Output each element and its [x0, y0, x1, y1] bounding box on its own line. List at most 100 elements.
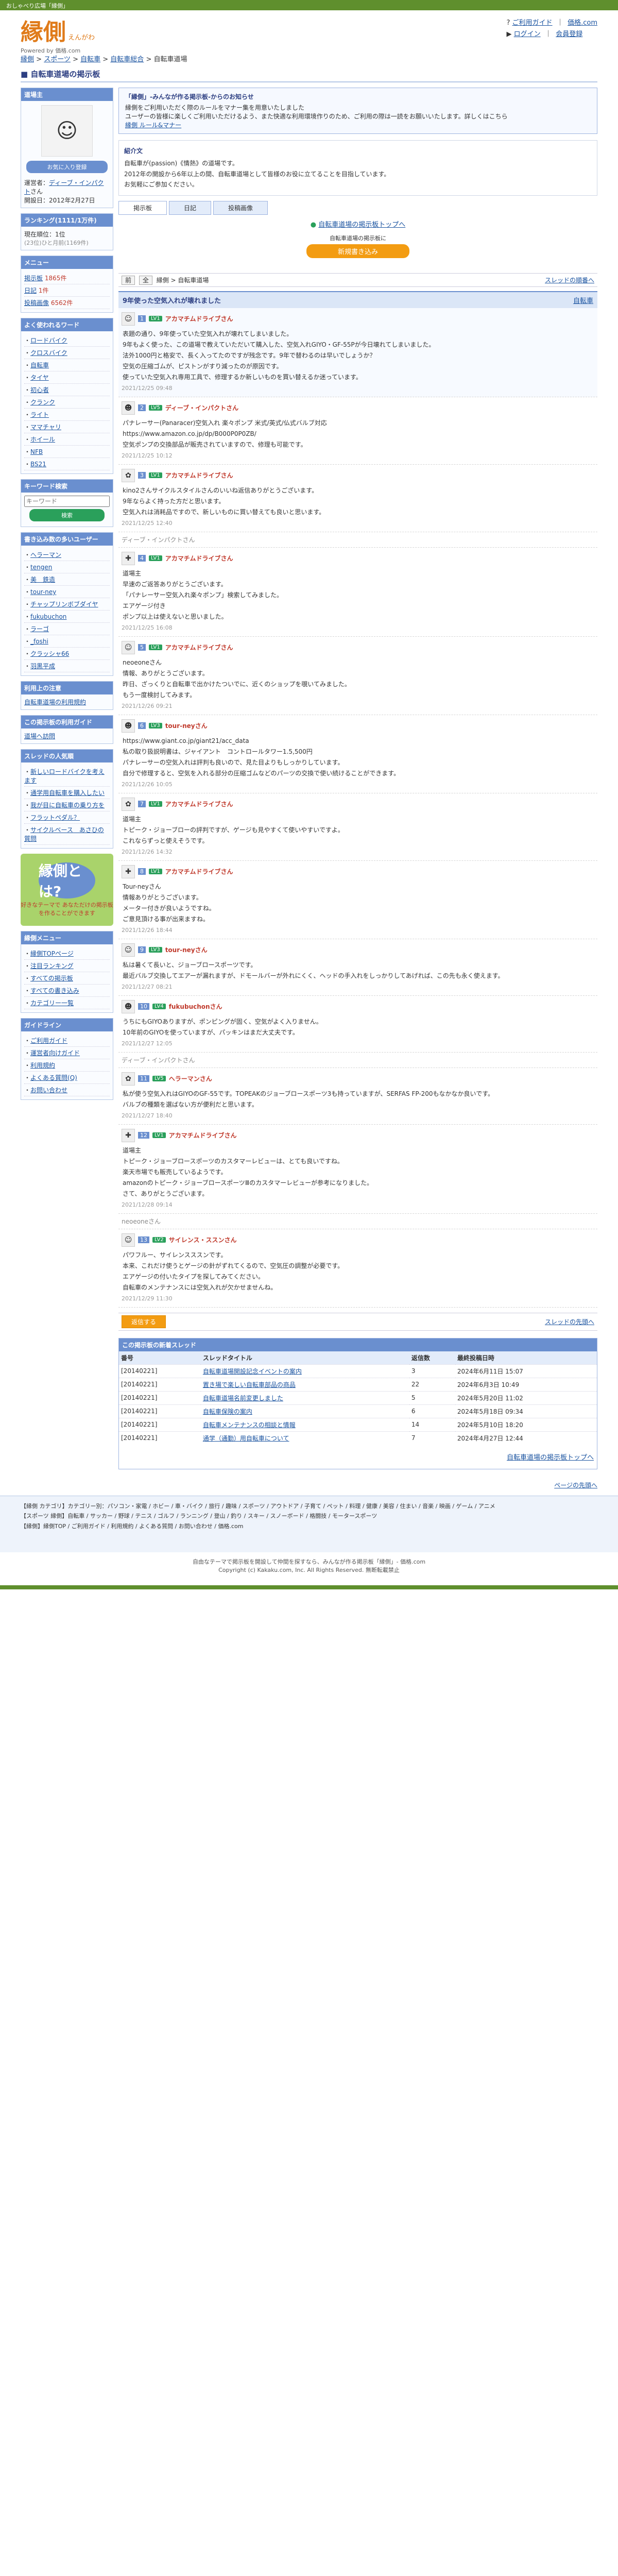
- thread-category[interactable]: 自転車: [573, 295, 593, 305]
- tab-diary[interactable]: 日記: [169, 200, 212, 215]
- table-row[interactable]: [20140221] 自転車保険の案内 6 2024年5月18日 09:34: [119, 1404, 597, 1418]
- post-author[interactable]: アカマチムドライブさん: [165, 867, 233, 876]
- thread-order-link[interactable]: スレッドの順番へ: [545, 276, 594, 284]
- avatar[interactable]: ☺: [122, 943, 135, 957]
- table-row[interactable]: [20140221] 自転車道場名前変更しました 5 2024年5月20日 11:02: [119, 1391, 597, 1405]
- post-author[interactable]: サイレンス・ススンさん: [169, 1235, 237, 1244]
- avatar[interactable]: ☻: [122, 719, 135, 733]
- frequent-user-label[interactable]: 羽黒平成: [30, 663, 55, 670]
- thread-link[interactable]: 置き場で楽しい自転車部品の商品: [200, 1377, 409, 1392]
- menu-item-label[interactable]: 投稿画像: [24, 299, 49, 307]
- reply-button[interactable]: 返信する: [122, 1315, 166, 1328]
- breadcrumb-item[interactable]: スポーツ: [44, 56, 71, 63]
- tab-images[interactable]: 投稿画像: [213, 200, 268, 215]
- word-item-label[interactable]: NFB: [30, 448, 43, 455]
- popular-thread[interactable]: ・フラットペダル？: [24, 811, 110, 824]
- other-menu-item[interactable]: ・すべての掲示板: [24, 972, 110, 985]
- frequent-user-label[interactable]: 美 鉄造: [30, 576, 55, 583]
- avatar[interactable]: ☺: [122, 1233, 135, 1247]
- post-author[interactable]: アカマチムドライブさん: [165, 800, 233, 808]
- avatar[interactable]: ✿: [122, 797, 135, 811]
- guide-item[interactable]: ・ご利用ガイド: [24, 1035, 110, 1047]
- other-menu-item[interactable]: ・カテゴリー一覧: [24, 997, 110, 1009]
- keyword-search-input[interactable]: [24, 496, 110, 507]
- collapsed-post[interactable]: neoeoneさん: [118, 1214, 597, 1229]
- guide-item-label[interactable]: ご利用ガイド: [30, 1037, 67, 1044]
- avatar[interactable]: ✚: [122, 865, 135, 878]
- guide-item[interactable]: ・よくある質問(Q): [24, 1072, 110, 1084]
- frequent-user[interactable]: ・クラッシャ66: [24, 648, 110, 660]
- word-item-label[interactable]: クロスバイク: [30, 349, 67, 357]
- prev-button[interactable]: 前: [122, 275, 135, 285]
- frequent-user-label[interactable]: _foshi: [30, 638, 48, 645]
- table-row[interactable]: [20140221] 自転車道場開設記念イベントの案内 3 2024年6月11日 15…: [119, 1364, 597, 1378]
- frequent-user[interactable]: ・_foshi: [24, 635, 110, 648]
- frequent-user[interactable]: ・羽黒平成: [24, 660, 110, 672]
- tab-board[interactable]: 掲示板: [118, 200, 167, 215]
- frequent-user[interactable]: ・tengen: [24, 561, 110, 573]
- rules-link[interactable]: 自転車道場の利用規約: [24, 699, 86, 706]
- frequent-user[interactable]: ・ヘラーマン: [24, 549, 110, 561]
- breadcrumb-item[interactable]: 縁側: [21, 56, 34, 63]
- word-item[interactable]: ・ママチャリ: [24, 421, 110, 433]
- post-author[interactable]: tour-neyさん: [165, 945, 208, 954]
- menu-item[interactable]: 投稿画像 6562件: [24, 297, 110, 309]
- popular-thread[interactable]: ・我が目に自転車の乗り方を: [24, 799, 110, 811]
- word-item-label[interactable]: ロードバイク: [30, 337, 67, 344]
- popular-thread[interactable]: ・通学用自転車を購入したい: [24, 787, 110, 799]
- post-author[interactable]: アカマチムドライブさん: [169, 1131, 237, 1140]
- guide-item[interactable]: ・運営者向けガイド: [24, 1047, 110, 1059]
- post-author[interactable]: ディーブ・インパクトさん: [165, 403, 238, 412]
- menu-item-label[interactable]: 日記: [24, 287, 37, 294]
- word-item[interactable]: ・初心者: [24, 384, 110, 396]
- avatar[interactable]: ✚: [122, 1128, 135, 1142]
- search-button[interactable]: 検索: [29, 509, 105, 521]
- related-top-link[interactable]: 自転車道場の掲示板トップへ: [507, 1454, 594, 1462]
- thread-link[interactable]: 通学（通勤）用自転車について: [200, 1431, 409, 1445]
- collapsed-post[interactable]: ディーブ・インパクトさん: [118, 532, 597, 548]
- other-menu-item[interactable]: ・縁側TOPページ: [24, 947, 110, 960]
- frequent-user[interactable]: ・ラーゴ: [24, 623, 110, 635]
- collapsed-post[interactable]: ディーブ・インパクトさん: [118, 1053, 597, 1068]
- word-item-label[interactable]: タイヤ: [30, 374, 49, 381]
- avatar[interactable]: ☻: [122, 401, 135, 415]
- word-item[interactable]: ・ロードバイク: [24, 334, 110, 347]
- breadcrumb-item[interactable]: 自転車総合: [110, 56, 144, 63]
- frequent-user-label[interactable]: tour-ney: [30, 588, 56, 596]
- post-author[interactable]: アカマチムドライブさん: [165, 471, 233, 480]
- add-favorite-button[interactable]: お気に入り登録: [26, 161, 108, 173]
- guide-item-label[interactable]: 利用規約: [30, 1062, 55, 1069]
- frequent-user[interactable]: ・チャップリンボブダイヤ: [24, 598, 110, 611]
- frequent-user-label[interactable]: チャップリンボブダイヤ: [30, 601, 98, 608]
- post-author[interactable]: tour-neyさん: [165, 721, 208, 730]
- guide-item-label[interactable]: よくある質問(Q): [30, 1074, 77, 1081]
- word-item-label[interactable]: クランク: [30, 399, 55, 406]
- popular-thread-label[interactable]: 通学用自転車を購入したい: [30, 789, 105, 796]
- word-item[interactable]: ・クロスバイク: [24, 347, 110, 359]
- breadcrumb-item[interactable]: 自転車: [80, 56, 100, 63]
- word-item-label[interactable]: ホイール: [30, 436, 55, 443]
- popular-thread-label[interactable]: 新しいロードバイクを考えます: [24, 768, 105, 784]
- other-menu-item-label[interactable]: すべての掲示板: [30, 975, 73, 982]
- popular-thread-label[interactable]: フラットペダル？: [30, 814, 80, 821]
- post-author[interactable]: fukubuchonさん: [169, 1002, 222, 1011]
- guide-item-label[interactable]: お問い合わせ: [30, 1087, 67, 1094]
- frequent-user[interactable]: ・tour-ney: [24, 586, 110, 598]
- avatar[interactable]: ☺: [122, 312, 135, 326]
- popular-thread[interactable]: ・新しいロードバイクを考えます: [24, 766, 110, 787]
- other-menu-item[interactable]: ・注目ランキング: [24, 960, 110, 972]
- other-menu-item-label[interactable]: 注目ランキング: [30, 962, 74, 970]
- word-item[interactable]: ・クランク: [24, 396, 110, 409]
- word-item-label[interactable]: BS21: [30, 461, 46, 468]
- avatar[interactable]: ✿: [122, 468, 135, 482]
- word-item[interactable]: ・ライト: [24, 409, 110, 421]
- guide-item[interactable]: ・お問い合わせ: [24, 1084, 110, 1096]
- word-item-label[interactable]: ライト: [30, 411, 49, 418]
- popular-thread-label[interactable]: 我が目に自転車の乗り方を: [30, 802, 105, 809]
- frequent-user-label[interactable]: クラッシャ66: [30, 650, 69, 657]
- post-author[interactable]: アカマチムドライブさん: [165, 643, 233, 652]
- word-item[interactable]: ・ホイール: [24, 433, 110, 446]
- word-item-label[interactable]: 自転車: [30, 362, 49, 369]
- guide-item[interactable]: ・利用規約: [24, 1059, 110, 1072]
- guide-link[interactable]: ご利用ガイド: [512, 19, 553, 27]
